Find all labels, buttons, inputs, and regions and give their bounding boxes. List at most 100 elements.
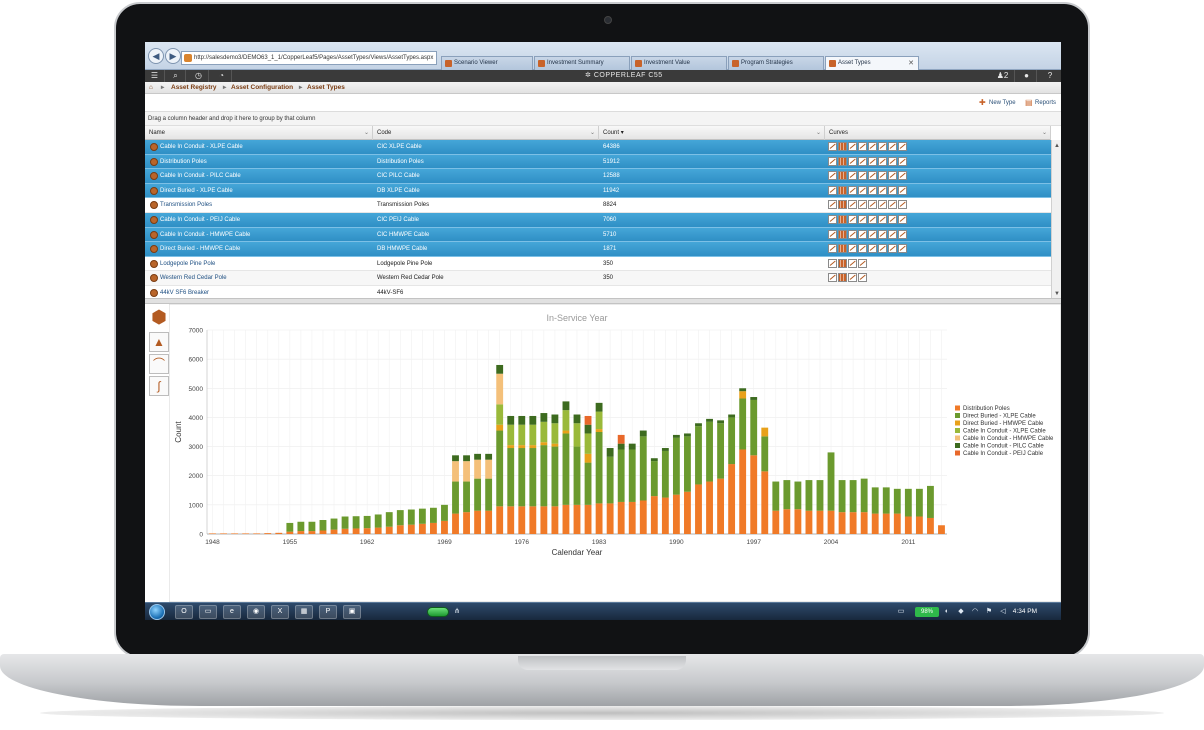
curve-icon[interactable] bbox=[878, 244, 887, 254]
curve-icon[interactable] bbox=[848, 156, 857, 166]
curve-icon[interactable] bbox=[898, 156, 907, 166]
user-icon[interactable]: ● bbox=[1017, 70, 1037, 82]
histogram-icon[interactable] bbox=[838, 215, 847, 224]
curve-icon[interactable] bbox=[888, 200, 897, 210]
excel-icon[interactable]: X bbox=[271, 605, 289, 619]
sync-icon[interactable]: ◐ bbox=[943, 607, 951, 616]
table-row[interactable]: Cable In Conduit - XLPE Cable CIC XLPE Ca… bbox=[145, 140, 1051, 155]
curve-icon[interactable] bbox=[888, 244, 897, 254]
curve-icon[interactable] bbox=[898, 185, 907, 195]
row-name[interactable]: Distribution Poles bbox=[160, 155, 370, 169]
dashboard-icon[interactable]: ◔ bbox=[212, 70, 232, 82]
histogram-icon[interactable] bbox=[838, 185, 847, 195]
table-row[interactable]: Western Red Cedar Pole Western Red Cedar … bbox=[145, 271, 1051, 286]
curve-icon[interactable] bbox=[878, 171, 887, 181]
curve-icon[interactable] bbox=[878, 156, 887, 166]
curve-icon[interactable] bbox=[848, 142, 857, 151]
curve-icon[interactable] bbox=[858, 273, 867, 283]
curve-icon[interactable] bbox=[858, 200, 867, 210]
menu-icon[interactable]: ☰ bbox=[145, 70, 165, 82]
histogram-icon[interactable] bbox=[838, 171, 847, 181]
search-icon[interactable]: ⌕ bbox=[166, 70, 186, 82]
curve-icon[interactable] bbox=[888, 171, 897, 181]
curve-icon[interactable] bbox=[828, 156, 837, 166]
curve-icon[interactable] bbox=[888, 229, 897, 239]
curve-icon[interactable] bbox=[888, 142, 897, 151]
tab-investment-summary[interactable]: Investment Summary bbox=[534, 56, 630, 70]
curve-icon[interactable] bbox=[898, 200, 907, 210]
histogram-icon[interactable] bbox=[838, 200, 847, 210]
remote-desktop-icon[interactable]: ▣ bbox=[343, 605, 361, 619]
histogram-icon[interactable]: ▲ bbox=[149, 332, 169, 352]
row-name[interactable]: Cable In Conduit - XLPE Cable bbox=[160, 140, 370, 154]
growth-curve-icon[interactable]: ∫ bbox=[149, 376, 169, 396]
reports-button[interactable]: ▤ Reports bbox=[1025, 98, 1056, 109]
outlook-icon[interactable]: O bbox=[175, 605, 193, 619]
help-icon[interactable]: ? bbox=[1040, 70, 1060, 82]
chevron-down-icon[interactable]: ⌄ bbox=[590, 126, 595, 140]
start-button[interactable] bbox=[149, 604, 165, 620]
curve-icon[interactable] bbox=[878, 185, 887, 195]
back-icon[interactable]: ◀ bbox=[148, 48, 164, 64]
curve-icon[interactable] bbox=[878, 229, 887, 239]
curve-icon[interactable] bbox=[888, 156, 897, 166]
column-header-name[interactable]: Name ⌄ bbox=[145, 126, 373, 140]
network-share-icon[interactable]: ⋔ bbox=[453, 607, 461, 616]
histogram-icon[interactable] bbox=[838, 258, 847, 268]
scroll-up-icon[interactable]: ▲ bbox=[1053, 142, 1061, 150]
curve-icon[interactable] bbox=[898, 142, 907, 151]
table-row[interactable]: Cable In Conduit - PILC Cable CIC PILC Ca… bbox=[145, 169, 1051, 184]
curve-icon[interactable] bbox=[858, 215, 867, 224]
curve-icon[interactable] bbox=[868, 185, 877, 195]
tab-program-strategies[interactable]: Program Strategies bbox=[728, 56, 824, 70]
curve-icon[interactable] bbox=[868, 142, 877, 151]
keyboard-icon[interactable]: ▭ bbox=[897, 607, 905, 616]
table-row[interactable]: Transmission Poles Transmission Poles 8824 bbox=[145, 198, 1051, 213]
curve-icon[interactable] bbox=[828, 171, 837, 181]
curve-icon[interactable] bbox=[858, 142, 867, 151]
column-header-count[interactable]: Count ▾ ⌄ bbox=[599, 126, 825, 140]
tab-asset-types[interactable]: Asset Types ✕ bbox=[825, 56, 919, 70]
histogram-icon[interactable] bbox=[838, 229, 847, 239]
curve-icon[interactable] bbox=[828, 229, 837, 239]
hexagon-icon[interactable]: ⬢ bbox=[149, 308, 169, 328]
table-row[interactable]: Direct Buried - HMWPE Cable DB HMWPE Cabl… bbox=[145, 242, 1051, 257]
tab-investment-value[interactable]: Investment Value bbox=[631, 56, 727, 70]
curve-icon[interactable] bbox=[848, 200, 857, 210]
curve-icon[interactable] bbox=[898, 244, 907, 254]
table-row[interactable]: Cable In Conduit - PEIJ Cable CIC PEIJ Ca… bbox=[145, 213, 1051, 228]
curve-icon[interactable] bbox=[858, 156, 867, 166]
new-type-button[interactable]: ✚ New Type bbox=[979, 98, 1016, 109]
curve-icon[interactable] bbox=[868, 244, 877, 254]
curve-icon[interactable] bbox=[878, 200, 887, 210]
curve-icon[interactable] bbox=[848, 215, 857, 224]
curve-icon[interactable] bbox=[848, 258, 857, 268]
histogram-icon[interactable] bbox=[838, 142, 847, 151]
breadcrumb-asset-registry[interactable]: Asset Registry bbox=[171, 82, 217, 94]
histogram-icon[interactable] bbox=[838, 156, 847, 166]
chevron-down-icon[interactable]: ⌄ bbox=[816, 126, 821, 140]
curve-icon[interactable] bbox=[828, 244, 837, 254]
curve-icon[interactable] bbox=[868, 215, 877, 224]
curve-icon[interactable] bbox=[828, 200, 837, 210]
curve-icon[interactable] bbox=[858, 244, 867, 254]
folder-icon[interactable]: ▭ bbox=[199, 605, 217, 619]
chevron-down-icon[interactable]: ⌄ bbox=[364, 126, 369, 140]
column-header-code[interactable]: Code ⌄ bbox=[373, 126, 599, 140]
curve-icon[interactable] bbox=[868, 156, 877, 166]
chrome-icon[interactable]: ◉ bbox=[247, 605, 265, 619]
curve-icon[interactable] bbox=[828, 273, 837, 283]
table-row[interactable]: Lodgepole Pine Pole Lodgepole Pine Pole 35… bbox=[145, 257, 1051, 272]
curve-icon[interactable] bbox=[848, 185, 857, 195]
table-row[interactable]: Cable In Conduit - HMWPE Cable CIC HMWPE … bbox=[145, 227, 1051, 243]
row-name[interactable]: Western Red Cedar Pole bbox=[160, 271, 370, 285]
row-name[interactable]: Direct Buried - XLPE Cable bbox=[160, 184, 370, 198]
breadcrumb-asset-configuration[interactable]: Asset Configuration bbox=[231, 82, 293, 94]
curve-icon[interactable] bbox=[828, 215, 837, 224]
row-name[interactable]: Cable In Conduit - HMWPE Cable bbox=[160, 228, 370, 242]
history-icon[interactable]: ◷ bbox=[189, 70, 209, 82]
curve-icon[interactable] bbox=[878, 215, 887, 224]
row-name[interactable]: Transmission Poles bbox=[160, 198, 370, 212]
decay-curve-icon[interactable]: ⌒ bbox=[149, 354, 169, 374]
curve-icon[interactable] bbox=[868, 229, 877, 239]
